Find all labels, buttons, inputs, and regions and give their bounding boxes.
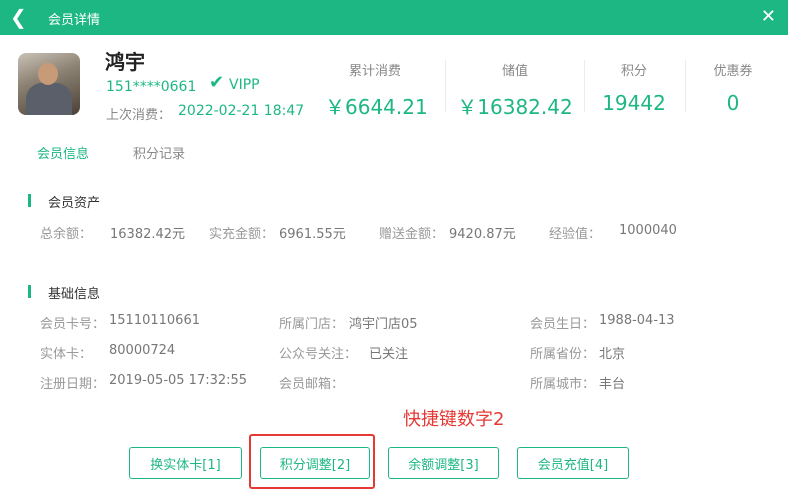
recharge-button[interactable]: 会员充值[4] bbox=[517, 447, 629, 479]
avatar bbox=[18, 53, 80, 115]
window-title: 会员详情 bbox=[48, 13, 101, 28]
tab-member-info[interactable]: 会员信息 bbox=[37, 143, 89, 162]
stat-stored-value: 储值 ￥16382.42 bbox=[455, 60, 575, 120]
points-adjust-button[interactable]: 积分调整[2] bbox=[260, 447, 370, 479]
stat-value: 19442 bbox=[602, 91, 666, 115]
stat-points: 积分 19442 bbox=[589, 60, 679, 115]
stat-label: 累计消费 bbox=[348, 64, 401, 79]
divider bbox=[685, 60, 686, 112]
info-value: 鸿宇门店05 bbox=[349, 317, 418, 332]
info-label: 实体卡： bbox=[40, 347, 93, 362]
info-label: 公众号关注： bbox=[279, 347, 358, 362]
info-label: 所属门店： bbox=[279, 317, 345, 332]
divider bbox=[584, 60, 585, 112]
stat-value: ￥6644.21 bbox=[325, 95, 428, 119]
info-value: 已关注 bbox=[369, 347, 409, 362]
info-label: 所属省份： bbox=[530, 347, 596, 362]
info-value: 丰台 bbox=[599, 377, 626, 392]
info-label: 注册日期： bbox=[40, 377, 106, 392]
last-consume-label: 上次消费： bbox=[106, 108, 172, 123]
member-name: 鸿宇 bbox=[105, 50, 145, 74]
asset-value: 9420.87元 bbox=[449, 227, 516, 242]
swap-card-button[interactable]: 换实体卡[1] bbox=[129, 447, 242, 479]
asset-value: 6961.55元 bbox=[279, 227, 346, 242]
stat-value: ￥16382.42 bbox=[457, 95, 573, 119]
info-label: 会员生日： bbox=[530, 317, 596, 332]
info-label: 所属城市： bbox=[530, 377, 596, 392]
vip-check-icon: ✔ bbox=[209, 72, 225, 93]
close-icon[interactable]: ✕ bbox=[761, 6, 776, 28]
asset-label: 经验值： bbox=[549, 227, 602, 242]
section-basic-title: 基础信息 bbox=[27, 283, 100, 302]
vip-level: VIPP bbox=[229, 77, 260, 93]
asset-label: 实充金额： bbox=[209, 227, 275, 242]
stat-value: 0 bbox=[726, 91, 740, 115]
info-value: 2019-05-05 17:32:55 bbox=[109, 373, 248, 388]
info-label: 会员邮箱： bbox=[279, 377, 345, 392]
stat-total-consume: 累计消费 ￥6644.21 bbox=[325, 60, 428, 120]
tab-points-record[interactable]: 积分记录 bbox=[133, 143, 185, 162]
stat-label: 优惠券 bbox=[713, 64, 753, 79]
tab-bar: 会员信息 积分记录 bbox=[0, 143, 788, 171]
balance-adjust-button[interactable]: 余额调整[3] bbox=[388, 447, 499, 479]
info-label: 会员卡号： bbox=[40, 317, 106, 332]
member-phone: 151****0661 bbox=[106, 79, 197, 95]
info-value: 北京 bbox=[599, 347, 626, 362]
info-value: 15110110661 bbox=[109, 313, 200, 328]
stat-label: 积分 bbox=[620, 64, 647, 79]
asset-value: 1000040 bbox=[619, 223, 677, 238]
stat-label: 储值 bbox=[501, 64, 528, 79]
stat-coupons: 优惠券 0 bbox=[695, 60, 771, 115]
shortcut-annotation: 快捷键数字2 bbox=[403, 409, 505, 430]
info-value: 1988-04-13 bbox=[599, 313, 675, 328]
asset-value: 16382.42元 bbox=[110, 227, 186, 242]
title-bar: ❮ 会员详情 ✕ bbox=[0, 0, 788, 35]
chevron-left-icon[interactable]: ❮ bbox=[10, 6, 27, 28]
info-value: 80000724 bbox=[109, 343, 176, 358]
section-assets-title: 会员资产 bbox=[27, 192, 100, 211]
asset-label: 赠送金额： bbox=[379, 227, 445, 242]
asset-label: 总余额： bbox=[40, 227, 93, 242]
divider bbox=[445, 60, 446, 112]
last-consume-time: 2022-02-21 18:47 bbox=[178, 103, 305, 119]
